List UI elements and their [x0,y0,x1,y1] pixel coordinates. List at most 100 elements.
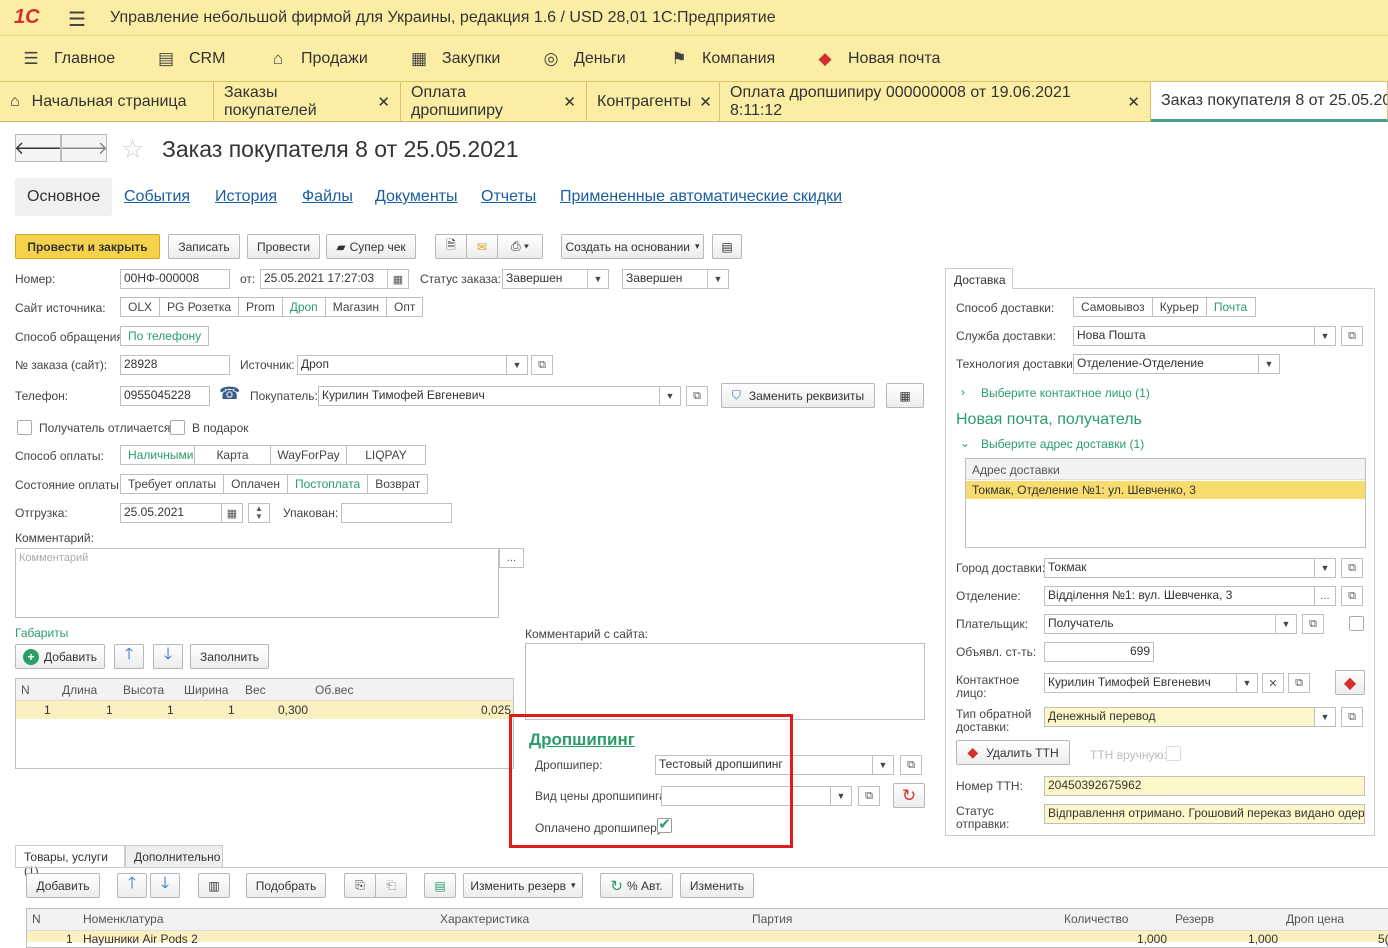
tab-customer-orders[interactable]: Заказы покупателей ✕ [214,82,401,122]
move-up-icon[interactable]: 🡑 [114,644,144,669]
gift-checkbox[interactable] [170,420,185,435]
move-up-icon[interactable]: 🡑 [117,873,147,898]
tab-customer-order-8[interactable]: Заказ покупателя 8 от 25.05.2021 [1151,82,1388,122]
phone-field[interactable]: 0955045228 [120,386,210,406]
delivery-city-field[interactable]: Токмак [1044,558,1315,578]
open-icon[interactable]: ⧉ [1302,614,1324,634]
open-icon[interactable]: ⧉ [1341,586,1363,606]
fill-button[interactable]: Заполнить [190,644,269,669]
payment-state-switch[interactable]: Требует оплаты Оплачен Постоплата Возвра… [120,474,429,494]
open-icon[interactable]: ⧉ [1341,326,1363,346]
favorite-star-icon[interactable]: ☆ [121,134,144,165]
spin-icon[interactable]: ▲ ▼ [248,503,270,523]
attach-icon[interactable]: 🗎 [435,234,467,259]
packed-field[interactable] [341,503,452,523]
open-icon[interactable]: ⧉ [1341,707,1363,727]
print-icon[interactable]: ⎙ ▾ [497,234,543,259]
choose-address-link[interactable]: Выберите адрес доставки (1) [981,437,1144,451]
shipment-date-field[interactable]: 25.05.2021 [120,503,222,523]
form-tab-files[interactable]: Файлы [302,178,353,216]
move-down-icon[interactable]: 🡓 [153,644,183,669]
menu-item-nova-poshta[interactable]: ◆ Новая почта [814,36,940,82]
delivery-service-field[interactable]: Нова Пошта [1073,326,1315,346]
hamburger-menu-icon[interactable]: ☰ [68,7,86,32]
branch-field[interactable]: Відділення №1: вул. Шевченка, 3 [1044,586,1315,606]
table-row[interactable] [27,931,1388,942]
phone-icon[interactable]: ☎ [219,384,240,404]
menu-item-money[interactable]: ◎ Деньги [540,36,626,82]
replace-requisites-button[interactable]: ⛉ Заменить реквизиты [721,383,875,408]
status-field[interactable]: Завершен [502,269,588,289]
site-option[interactable]: Prom [239,298,283,316]
site-option[interactable]: PG Розетка [160,298,240,316]
change-button[interactable]: Изменить [680,873,754,898]
date-field[interactable]: 25.05.2021 17:27:03 [260,269,388,289]
open-icon[interactable]: ⧉ [858,786,880,806]
calculator-icon[interactable]: ▦ [886,383,924,408]
chevron-down-icon[interactable]: ▼ [1314,707,1336,727]
tab-counterparties[interactable]: Контрагенты ✕ [587,82,720,122]
table-row[interactable] [16,701,513,719]
close-icon[interactable]: ✕ [377,93,390,111]
site-source-switch[interactable]: OLX PG Розетка Prom Дроп Магазин Опт [120,297,424,317]
calendar-icon[interactable]: ▦ [387,269,409,289]
copy-icon[interactable]: ⎘ [344,873,376,898]
menu-item-crm[interactable]: ▤ CRM [155,36,225,82]
comment-textarea[interactable]: Комментарий [15,548,499,618]
barcode-icon[interactable]: ▥ [198,873,230,898]
return-type-field[interactable]: Денежный перевод [1044,707,1315,727]
ttn-manual-checkbox[interactable] [1166,746,1181,761]
form-tab-documents[interactable]: Документы [375,178,457,216]
choose-contact-link[interactable]: Выберите контактное лицо (1) [981,386,1150,400]
post-button[interactable]: Провести [247,234,320,259]
chevron-down-icon[interactable]: ▼ [707,269,729,289]
payer-field[interactable]: Получатель [1044,614,1276,634]
form-tab-history[interactable]: История [215,178,277,216]
tab-dropship-payments[interactable]: Оплата дропшипиру ✕ [401,82,587,122]
add-goods-button[interactable]: Добавить [26,873,100,898]
tab-home[interactable]: ⌂ Начальная страница [0,82,214,122]
chevron-down-icon[interactable]: ▼ [587,269,609,289]
tab-dropship-payment-doc[interactable]: Оплата дропшипиру 000000008 от 19.06.202… [720,82,1151,122]
ttn-number-field[interactable]: 20450392675962 [1044,776,1365,796]
site-option[interactable]: Магазин [326,298,387,316]
declared-value-field[interactable]: 699 [1044,642,1154,662]
form-tab-auto-discounts[interactable]: Примененные автоматические скидки [560,178,842,216]
open-icon[interactable]: ⧉ [1288,673,1310,693]
source-field[interactable]: Дроп [297,355,507,375]
clear-icon[interactable]: ✕ [1262,673,1284,693]
close-icon[interactable]: ✕ [699,93,712,111]
form-tab-events[interactable]: События [124,178,190,216]
menu-item-purchases[interactable]: ▦ Закупки [408,36,500,82]
site-option-active[interactable]: Дроп [283,298,326,316]
pick-button[interactable]: Подобрать [246,873,326,898]
menu-item-sales[interactable]: ⌂ Продажи [267,36,368,82]
menu-item-company[interactable]: ⚑ Компания [668,36,775,82]
contact-method-switch[interactable]: По телефону [120,326,210,346]
chevron-down-icon[interactable]: ⌄ [960,436,970,450]
recipient-differs-checkbox[interactable] [17,420,32,435]
payment-method-switch[interactable]: Наличными Карта WayForPay LIQPAY [120,445,426,465]
contact-person-field[interactable]: Курилин Тимофей Евгеневич [1044,673,1237,693]
tab-goods[interactable]: Товары, услуги (1) [15,845,125,878]
form-tab-reports[interactable]: Отчеты [481,178,536,216]
chevron-down-icon[interactable]: ▼ [659,386,681,406]
delivery-tech-field[interactable]: Отделение-Отделение [1073,354,1259,374]
open-icon[interactable]: ⧉ [531,355,553,375]
save-button[interactable]: Записать [168,234,240,259]
chevron-right-icon[interactable]: › [961,385,965,399]
chevron-down-icon[interactable]: ▼ [506,355,528,375]
forward-button[interactable]: 🡒 [60,134,108,162]
delivery-method-switch[interactable]: Самовывоз Курьер Почта [1073,297,1256,317]
site-comment-textarea[interactable] [525,643,925,720]
chevron-down-icon[interactable]: ▼ [1314,558,1336,578]
buyer-field[interactable]: Курилин Тимофей Евгеневич [318,386,660,406]
calendar-icon[interactable]: ▦ [221,503,243,523]
reserve-icon[interactable]: ▤ [424,873,456,898]
shipment-status-field[interactable]: Відправлення отримано. Грошовий переказ … [1044,804,1365,824]
site-option[interactable]: OLX [121,298,161,316]
change-reserve-button[interactable]: Изменить резерв ▾ [463,873,583,898]
auto-discount-button[interactable]: ↻% Авт. [600,873,673,898]
mail-icon[interactable]: ✉ [466,234,498,259]
close-icon[interactable]: ✕ [563,93,576,111]
